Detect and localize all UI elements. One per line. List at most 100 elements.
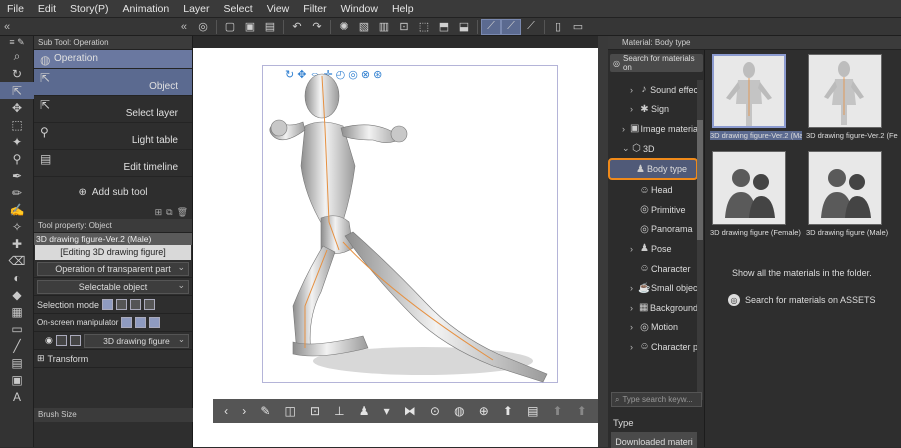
grid-snap-icon[interactable]: ⟋ [521, 19, 541, 35]
tree-item-pose[interactable]: › ♟ Pose [608, 239, 698, 259]
expand-arrow-icon[interactable]: › [630, 85, 638, 95]
menu-view[interactable]: View [260, 3, 297, 15]
clip-studio-icon[interactable]: ◎ [193, 19, 213, 35]
material-thumb-male-v2[interactable]: 3D drawing figure-Ver.2 (Male) [710, 52, 802, 145]
selection-mode-rect-icon[interactable] [102, 299, 114, 310]
camera-icon[interactable]: ◫ [285, 404, 296, 418]
menu-story[interactable]: Story(P) [63, 3, 116, 15]
tree-item-panorama[interactable]: ◎ Panorama [608, 220, 698, 240]
decoration-tool-icon[interactable]: ✚ [0, 235, 34, 252]
subtool-item-light-table[interactable]: ⚲ Light table [34, 123, 192, 150]
undo-icon[interactable]: ↶ [287, 19, 307, 35]
import-icon[interactable]: ⬆ [553, 404, 563, 418]
transform-label[interactable]: Transform [48, 354, 89, 364]
delete-subtool-icon[interactable]: 🗑 [177, 207, 188, 219]
next-icon[interactable]: › [242, 404, 246, 418]
material-thumb-female[interactable]: 3D drawing figure (Female) [710, 149, 802, 242]
pencil-tool-icon[interactable]: ✏ [0, 184, 34, 201]
material-thumb-female-v2[interactable]: 3D drawing figure-Ver.2 (Fem [806, 52, 898, 145]
dropdown-icon[interactable]: ▾ [384, 404, 390, 418]
open-file-icon[interactable]: ▣ [240, 19, 260, 35]
downloaded-material-button[interactable]: Downloaded materi [611, 436, 697, 447]
copy-subtool-icon[interactable]: ⧉ [166, 207, 172, 219]
eyedropper-tool-icon[interactable]: ⚲ [0, 150, 34, 167]
special-ruler-snap-icon[interactable]: ⟋ [501, 18, 521, 35]
expand-arrow-icon[interactable]: › [630, 322, 638, 332]
deselect-icon[interactable]: ⬚ [414, 19, 434, 35]
loading-icon[interactable]: ✺ [334, 19, 354, 35]
expand-arrow-icon[interactable]: › [622, 124, 629, 134]
redo-icon[interactable]: ↷ [307, 19, 327, 35]
fill-tool-icon[interactable]: ◆ [0, 286, 34, 303]
tree-item-character-parts[interactable]: › ☺ Character p [608, 337, 698, 357]
text-tool-icon[interactable]: A [0, 388, 34, 405]
reset-icon[interactable]: ⊙ [430, 404, 440, 418]
tree-scroll-thumb[interactable] [697, 120, 703, 240]
device-icon[interactable]: ▯ [548, 19, 568, 35]
eraser-tool-icon[interactable]: ⌫ [0, 252, 34, 269]
material-thumb-male[interactable]: 3D drawing figure (Male) [806, 149, 898, 242]
rotate-tool-icon[interactable]: ↻ [0, 65, 34, 82]
visibility-eye-icon[interactable]: ◉ [45, 335, 53, 346]
menu-window[interactable]: Window [334, 3, 385, 15]
clear-icon[interactable]: ▧ [354, 19, 374, 35]
invert-icon[interactable]: ⬓ [454, 19, 474, 35]
menu-filter[interactable]: Filter [296, 3, 333, 15]
auto-select-tool-icon[interactable]: ✦ [0, 133, 34, 150]
selection-mode-cut-icon[interactable] [144, 299, 156, 310]
manipulator-rotate-icon[interactable] [135, 317, 147, 328]
subtool-item-edit-timeline[interactable]: ▤ Edit timeline [34, 150, 192, 177]
figure-checkbox[interactable] [55, 335, 67, 346]
transform-icon[interactable]: ⊡ [394, 19, 414, 35]
brush-tool-icon[interactable]: ✍ [0, 201, 34, 218]
clipboard-icon[interactable]: ▤ [527, 404, 538, 418]
frame-tool-icon[interactable]: ▤ [0, 354, 34, 371]
menu-select[interactable]: Select [217, 3, 260, 15]
lock-pose-icon[interactable]: ◍ [454, 404, 464, 418]
tree-item-character[interactable]: ☺ Character [608, 259, 698, 279]
register-icon[interactable]: ⬆ [503, 404, 513, 418]
search-pose-icon[interactable]: ⊕ [479, 404, 489, 418]
subtool-item-object[interactable]: ⇱ Object [34, 69, 192, 96]
tree-item-image-material[interactable]: › ▣ Image materia [608, 119, 698, 139]
pen-tool-icon[interactable]: ✒ [0, 167, 34, 184]
material-search-input[interactable]: ⌕ Type search keyw... [611, 392, 702, 407]
ruler-snap-icon[interactable]: ⟋ [481, 18, 501, 35]
expand-arrow-icon[interactable]: › [630, 104, 638, 114]
figure-dropdown[interactable]: 3D drawing figure [83, 333, 189, 348]
tree-item-sound-effect[interactable]: › ♪ Sound effec [608, 80, 698, 100]
expand-arrow-icon[interactable]: › [630, 283, 638, 293]
ground-icon[interactable]: ⊥ [334, 404, 344, 418]
figure-lock-checkbox[interactable] [69, 335, 81, 346]
search-assets-button[interactable]: ◎ Search for materials on [610, 54, 703, 72]
expand-icon[interactable]: ⊞ [37, 353, 45, 364]
crop-icon[interactable]: ⬒ [434, 19, 454, 35]
save-icon[interactable]: ▤ [260, 19, 280, 35]
menu-help[interactable]: Help [385, 3, 421, 15]
3d-figure[interactable] [193, 36, 603, 447]
tree-scrollbar[interactable] [697, 80, 703, 400]
prev-icon[interactable]: ‹ [224, 404, 228, 418]
new-file-icon[interactable]: ▢ [220, 19, 240, 35]
canvas-vertical-scrollbar[interactable] [598, 36, 608, 447]
menu-file[interactable]: File [0, 3, 31, 15]
expand-arrow-icon[interactable]: › [630, 342, 638, 352]
selection-mode-sub-icon[interactable] [130, 299, 142, 310]
tree-item-sign[interactable]: › ✱ Sign [608, 100, 698, 120]
subtool-item-select-layer[interactable]: ⇱ Select layer [34, 96, 192, 123]
collapse-arrow-icon[interactable]: ⌄ [622, 143, 630, 154]
expand-arrow-icon[interactable]: › [630, 244, 638, 254]
export-icon[interactable]: ⬆ [577, 404, 587, 418]
tree-item-background[interactable]: › ▦ Background [608, 298, 698, 318]
selectable-object-dropdown[interactable]: Selectable object [37, 279, 189, 294]
zoom-tool-icon[interactable]: ⌕ [0, 48, 34, 65]
tree-item-body-type[interactable]: ♟ Body type [608, 158, 698, 181]
new-subtool-icon[interactable]: ⊞ [155, 207, 163, 219]
panel-menu-icon[interactable]: « [4, 21, 10, 33]
selection-tool-icon[interactable]: ⬚ [0, 116, 34, 133]
menu-edit[interactable]: Edit [31, 3, 63, 15]
menu-animation[interactable]: Animation [116, 3, 177, 15]
operation-tool-icon[interactable]: ⇱ [0, 82, 34, 99]
ruler-tool-icon[interactable]: ╱ [0, 337, 34, 354]
subtool-tab-operation[interactable]: ◍ Operation [34, 50, 192, 69]
